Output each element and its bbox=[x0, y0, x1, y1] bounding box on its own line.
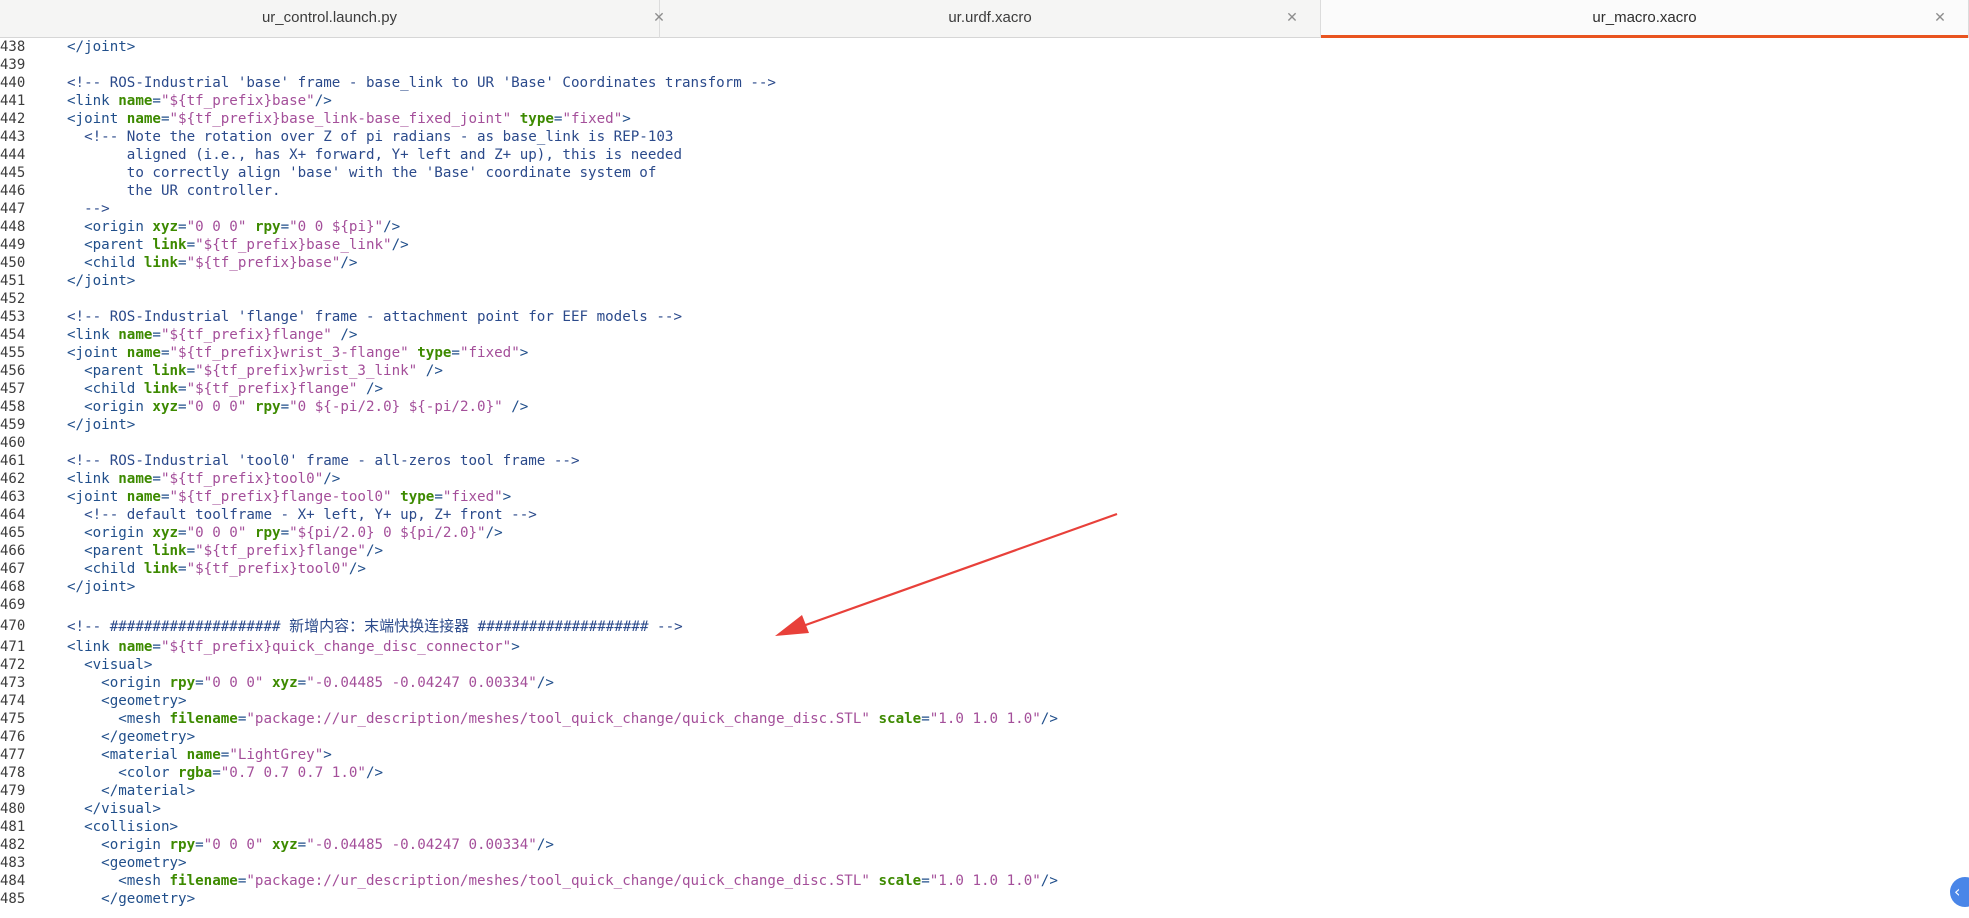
arrow-shaft bbox=[799, 512, 1118, 629]
arrow-head bbox=[775, 615, 809, 636]
annotation-arrow bbox=[775, 512, 1118, 636]
